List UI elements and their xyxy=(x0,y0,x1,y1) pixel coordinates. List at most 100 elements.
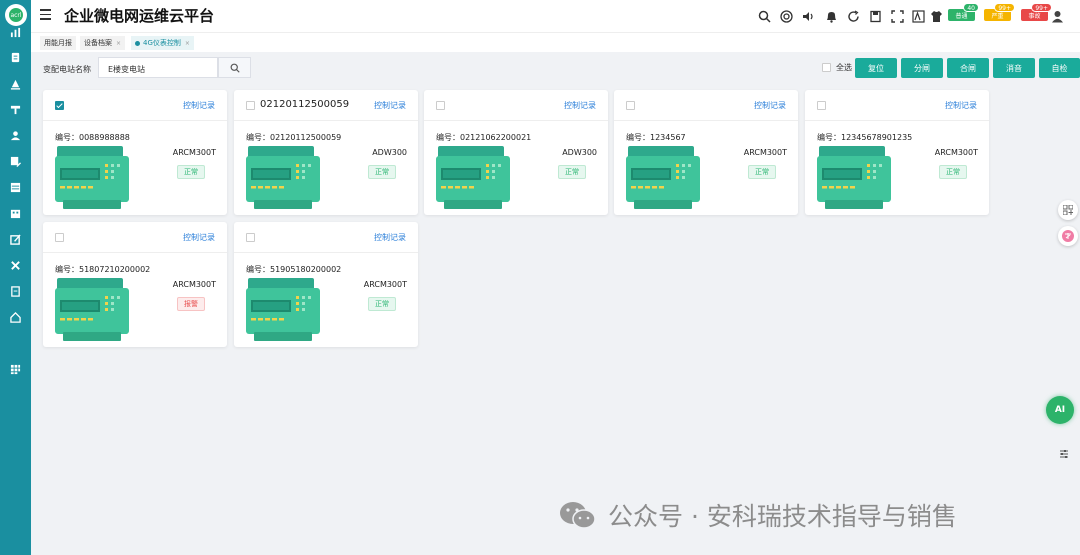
select-all[interactable]: 全选 xyxy=(822,62,852,73)
tab-device-archive[interactable]: 设备档案 × xyxy=(80,36,126,50)
status-badge: 正常 xyxy=(177,165,205,179)
device-card-header: 控制记录 xyxy=(424,90,608,121)
device-code-prefix: 编号： xyxy=(626,133,650,142)
wechat-icon xyxy=(560,502,596,529)
device-code-prefix: 编号： xyxy=(55,133,79,142)
building-icon[interactable] xyxy=(7,205,23,221)
translate-icon xyxy=(1062,230,1074,242)
logo: acrl xyxy=(5,4,27,26)
logo-text: acrl xyxy=(9,8,23,22)
control-record-link[interactable]: 控制记录 xyxy=(945,100,977,111)
tools-icon[interactable] xyxy=(7,257,23,273)
device-checkbox[interactable] xyxy=(55,233,64,242)
bell-icon[interactable] xyxy=(825,8,838,23)
tab-close-icon[interactable]: × xyxy=(116,40,121,47)
tab-energy-report[interactable]: 用能月报 xyxy=(40,36,76,50)
help-icon[interactable] xyxy=(780,8,793,23)
open-switch-button[interactable]: 分闸 xyxy=(901,58,943,78)
menu-toggle-icon[interactable] xyxy=(40,9,51,21)
device-checkbox[interactable] xyxy=(246,101,255,110)
device-code-value: 02120112500059 xyxy=(270,133,342,142)
device-code-value: 51807210200002 xyxy=(79,265,151,274)
apps-float-button[interactable] xyxy=(1058,200,1078,220)
translate-float-button[interactable] xyxy=(1058,226,1078,246)
device-card[interactable]: 控制记录 编号：1234567 ARCM300T 正常 xyxy=(614,90,798,215)
device-code: 编号：0088988888 xyxy=(55,132,130,143)
device-card-header: 控制记录 xyxy=(614,90,798,121)
control-record-link[interactable]: 控制记录 xyxy=(183,100,215,111)
report-icon[interactable] xyxy=(7,283,23,299)
document-icon[interactable] xyxy=(7,49,23,65)
font-size-icon[interactable] xyxy=(912,8,925,23)
device-card-header: 控制记录 xyxy=(805,90,989,121)
device-code: 编号：1234567 xyxy=(626,132,686,143)
ai-assistant-button[interactable]: AI xyxy=(1046,396,1074,424)
fullscreen-icon[interactable] xyxy=(891,8,904,23)
table-icon[interactable] xyxy=(7,179,23,195)
self-check-button[interactable]: 自检 xyxy=(1039,58,1080,78)
tab-4g-meter-control[interactable]: 4G仪表控制 × xyxy=(131,36,194,50)
device-checkbox[interactable] xyxy=(436,101,445,110)
device-card[interactable]: 控制记录 编号：51905180200002 ARCM300T 正常 xyxy=(234,222,418,347)
control-record-link[interactable]: 控制记录 xyxy=(754,100,786,111)
search-button[interactable] xyxy=(218,57,251,78)
dashboard-icon[interactable] xyxy=(7,24,23,40)
device-checkbox[interactable] xyxy=(246,233,255,242)
device-code-prefix: 编号： xyxy=(436,133,460,142)
volume-icon[interactable] xyxy=(802,8,815,21)
watermark-text: 公众号 · 安科瑞技术指导与销售 xyxy=(608,502,957,531)
device-card[interactable]: 控制记录 编号：0088988888 ARCM300T 正常 xyxy=(43,90,227,215)
reset-button[interactable]: 复位 xyxy=(855,58,897,78)
device-code-value: 0088988888 xyxy=(79,133,130,142)
device-code-value: 02121062200021 xyxy=(460,133,532,142)
home-icon[interactable] xyxy=(7,309,23,325)
watermark: 公众号 · 安科瑞技术指导与销售 xyxy=(558,497,957,533)
station-name-input[interactable]: E楼变电站 xyxy=(98,57,218,78)
mute-button[interactable]: 消音 xyxy=(993,58,1035,78)
user-avatar-icon[interactable] xyxy=(1051,8,1064,23)
badge-serious[interactable]: 严重 99+ xyxy=(984,3,1015,21)
device-code-prefix: 编号： xyxy=(817,133,841,142)
device-card[interactable]: 02120112500059 控制记录 编号：02120112500059 AD… xyxy=(234,90,418,215)
device-checkbox[interactable] xyxy=(626,101,635,110)
tab-close-icon[interactable]: × xyxy=(185,40,190,47)
device-checkbox[interactable] xyxy=(55,101,64,110)
settings-sliders-icon[interactable] xyxy=(1059,444,1069,458)
meter-device-image xyxy=(626,146,700,210)
tower-icon[interactable] xyxy=(7,101,23,117)
badge-normal[interactable]: 普通 40 xyxy=(948,3,979,21)
device-card-header: 02120112500059 控制记录 xyxy=(234,90,418,121)
save-icon[interactable] xyxy=(869,8,882,23)
device-checkbox[interactable] xyxy=(817,101,826,110)
control-record-link[interactable]: 控制记录 xyxy=(183,232,215,243)
badge-accident-count: 99+ xyxy=(1031,3,1052,12)
refresh-icon[interactable] xyxy=(847,8,860,22)
control-record-link[interactable]: 控制记录 xyxy=(374,100,406,111)
control-record-link[interactable]: 控制记录 xyxy=(374,232,406,243)
device-code-value: 51905180200002 xyxy=(270,265,342,274)
device-card-header: 控制记录 xyxy=(43,222,227,253)
device-model: ARCM300T xyxy=(934,148,978,157)
device-card[interactable]: 控制记录 编号：12345678901235 ARCM300T 正常 xyxy=(805,90,989,215)
device-code-prefix: 编号： xyxy=(246,265,270,274)
device-code: 编号：51905180200002 xyxy=(246,264,341,275)
search-icon[interactable] xyxy=(758,8,771,23)
device-model: ARCM300T xyxy=(172,148,216,157)
edit-icon[interactable] xyxy=(7,231,23,247)
edit-list-icon[interactable] xyxy=(7,153,23,169)
grid-icon[interactable] xyxy=(7,361,23,377)
device-card[interactable]: 控制记录 编号：02121062200021 ADW300 正常 xyxy=(424,90,608,215)
device-card[interactable]: 控制记录 编号：51807210200002 ARCM300T 报警 xyxy=(43,222,227,347)
badge-accident[interactable]: 事故 99+ xyxy=(1021,3,1052,21)
search-icon xyxy=(230,63,240,73)
device-code: 编号：02120112500059 xyxy=(246,132,341,143)
user-icon[interactable] xyxy=(7,127,23,143)
select-all-checkbox[interactable] xyxy=(822,63,831,72)
control-record-link[interactable]: 控制记录 xyxy=(564,100,596,111)
meter-device-image xyxy=(246,278,320,342)
alarm-icon[interactable] xyxy=(7,76,23,92)
shirt-icon[interactable] xyxy=(930,8,943,22)
device-card-header: 控制记录 xyxy=(43,90,227,121)
tab-bar: 用能月报 设备档案 × 4G仪表控制 × xyxy=(31,32,1080,52)
close-switch-button[interactable]: 合闸 xyxy=(947,58,989,78)
